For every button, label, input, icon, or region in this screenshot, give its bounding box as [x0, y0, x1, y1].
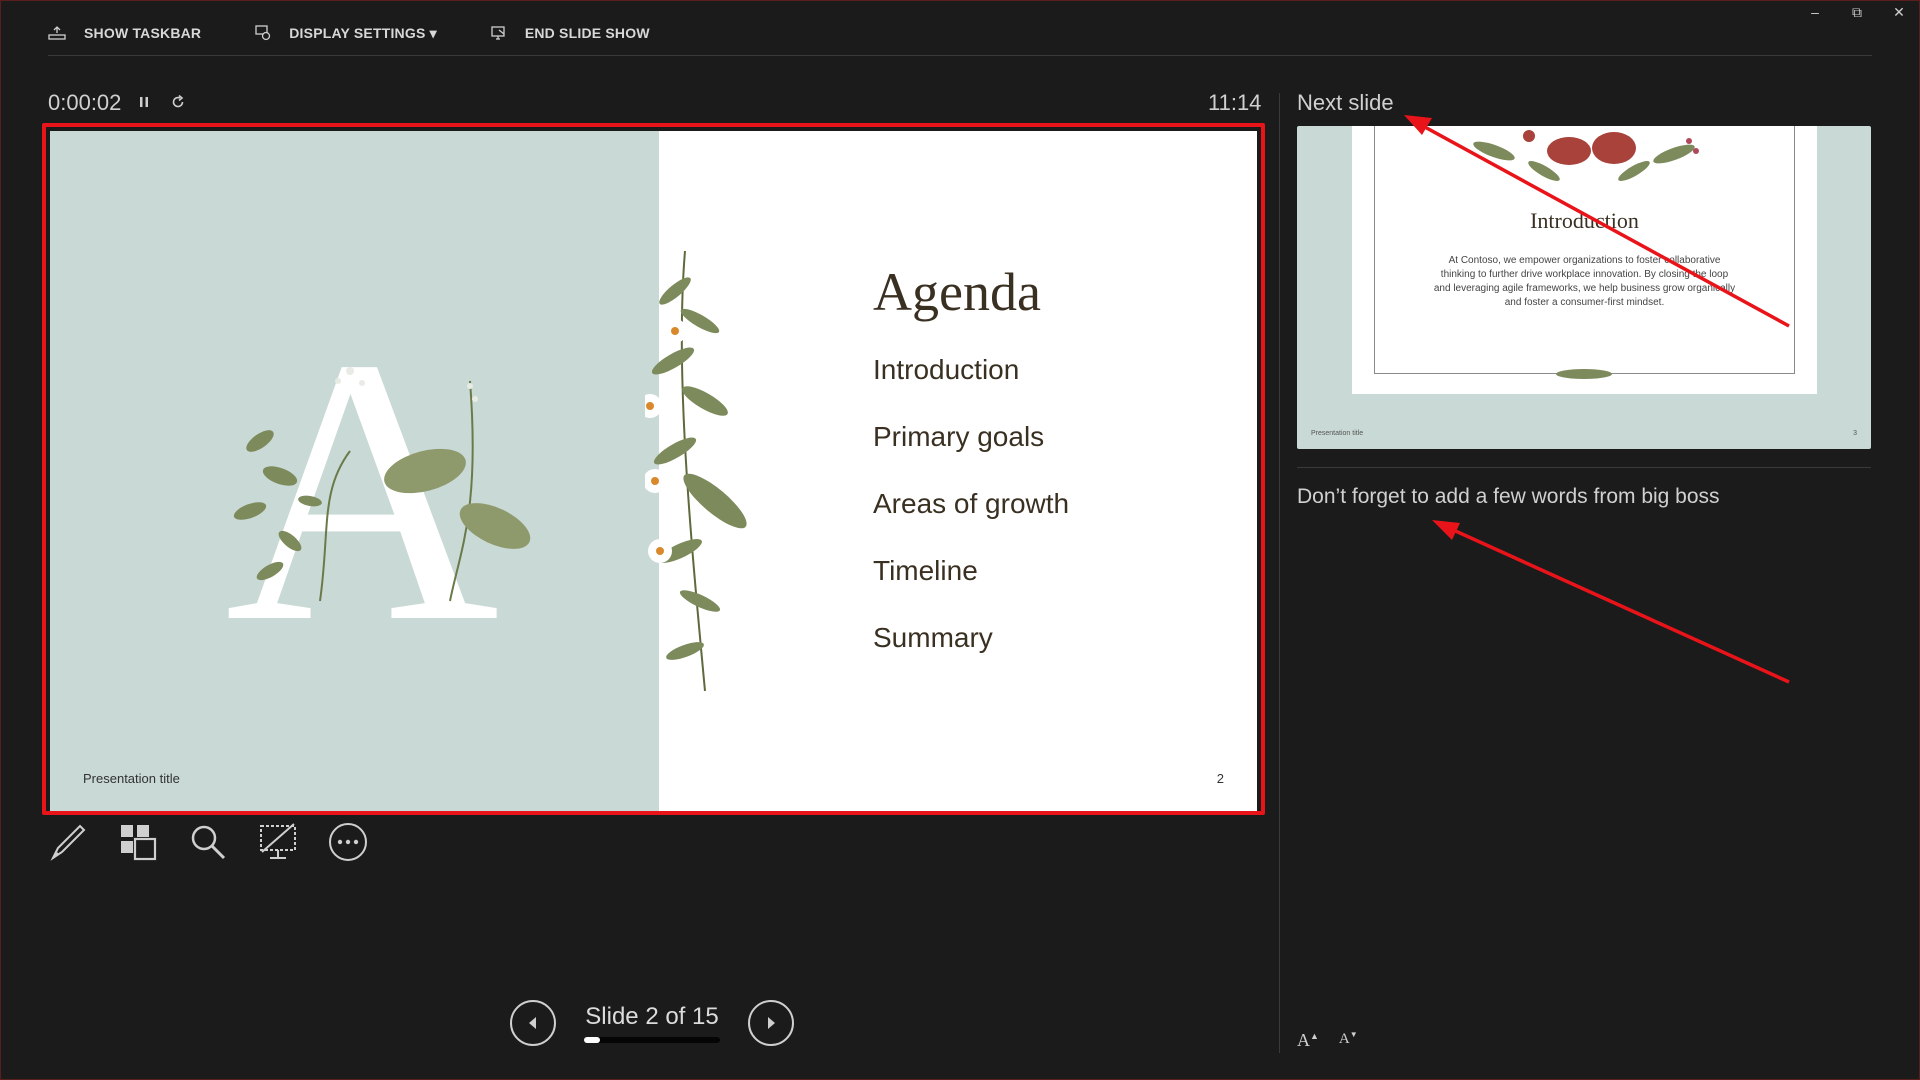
- show-taskbar-label: SHOW TASKBAR: [84, 25, 202, 41]
- next-slide-content: Introduction At Contoso, we empower orga…: [1352, 126, 1817, 394]
- decrease-font-label: A: [1338, 1031, 1350, 1047]
- increase-font-button[interactable]: A▲: [1297, 1030, 1319, 1051]
- elapsed-timer: 0:00:02: [48, 90, 122, 115]
- annotation-arrowhead-notes: [1432, 520, 1460, 540]
- decrease-font-button[interactable]: A▼: [1339, 1030, 1358, 1051]
- slide-left-panel: A Presentation title: [50, 131, 659, 811]
- restart-timer-icon[interactable]: [170, 94, 186, 110]
- timer-controls: [138, 94, 186, 110]
- slide-counter: Slide 2 of 15: [584, 1003, 720, 1043]
- slide-title: Agenda: [873, 262, 1041, 322]
- slide-counter-label: Slide 2 of 15: [585, 1003, 719, 1030]
- presenter-toolbar: SHOW TASKBAR DISPLAY SETTINGS ▾ END SLID…: [48, 20, 704, 46]
- zoom-icon: [191, 825, 226, 860]
- next-slide-body: At Contoso, we empower organizations to …: [1433, 255, 1736, 308]
- black-screen-button[interactable]: [258, 822, 298, 862]
- slide-page-number: 2: [1216, 771, 1224, 786]
- increase-font-label: A: [1297, 1030, 1310, 1050]
- slide-progress-fill: [584, 1037, 601, 1043]
- display-settings-icon: [255, 25, 271, 41]
- next-slide-footer: Presentation title: [1311, 430, 1364, 437]
- annotation-arrow-notes: [1439, 522, 1790, 684]
- slide-progress-bar: [584, 1037, 720, 1043]
- zoom-button[interactable]: [188, 822, 228, 862]
- agenda-item: Summary: [873, 622, 993, 653]
- pause-icon[interactable]: [138, 95, 150, 109]
- agenda-item: Timeline: [873, 555, 978, 586]
- slide-footer: Presentation title: [83, 771, 180, 786]
- black-screen-icon: [260, 823, 296, 859]
- end-slide-show-label: END SLIDE SHOW: [524, 25, 650, 41]
- agenda-list: Introduction Primary goals Areas of grow…: [873, 353, 1069, 688]
- clock: 11:14: [1208, 90, 1262, 115]
- agenda-item: Areas of growth: [873, 488, 1070, 519]
- next-slide-label: Next slide: [1297, 90, 1394, 115]
- display-settings-button[interactable]: DISPLAY SETTINGS ▾: [255, 25, 437, 42]
- end-show-icon: [491, 26, 505, 40]
- pen-tool-button[interactable]: [48, 822, 88, 862]
- notes-font-controls: A▲ A▼: [1297, 1030, 1358, 1051]
- presenter-tools: [48, 822, 368, 862]
- close-button[interactable]: ✕: [1892, 4, 1906, 21]
- next-icon: [768, 1017, 775, 1029]
- minimize-button[interactable]: –: [1808, 4, 1822, 21]
- window-controls: – ⧉ ✕: [1808, 4, 1906, 21]
- slide-navigation: Slide 2 of 15: [510, 1000, 794, 1046]
- see-all-slides-button[interactable]: [118, 822, 158, 862]
- more-options-icon: [329, 823, 367, 861]
- display-settings-label: DISPLAY SETTINGS ▾: [289, 24, 437, 41]
- botanical-illustration-right: [645, 251, 747, 691]
- more-options-button[interactable]: [328, 822, 368, 862]
- current-slide-highlight[interactable]: A Presentation title Agenda Introduction…: [42, 123, 1265, 815]
- previous-icon: [529, 1017, 536, 1029]
- agenda-item: Primary goals: [873, 421, 1045, 452]
- notes-divider: [1297, 467, 1871, 468]
- speaker-notes[interactable]: Don’t forget to add a few words from big…: [1297, 485, 1720, 509]
- taskbar-icon: [48, 26, 66, 40]
- previous-slide-button[interactable]: [510, 1000, 556, 1046]
- next-slide-title: Introduction: [1530, 208, 1639, 233]
- pane-divider[interactable]: [1279, 93, 1280, 1053]
- restore-button[interactable]: ⧉: [1850, 4, 1864, 21]
- end-slide-show-button[interactable]: END SLIDE SHOW: [491, 25, 650, 41]
- see-all-slides-icon: [121, 825, 157, 861]
- next-slide-preview[interactable]: Introduction At Contoso, we empower orga…: [1297, 126, 1871, 449]
- botanical-illustration-left: [233, 367, 531, 602]
- next-slide-page-number: 3: [1853, 430, 1857, 437]
- next-slide-botanical: [1473, 130, 1699, 181]
- pen-icon: [50, 824, 86, 861]
- next-slide-leaf: [1556, 369, 1612, 379]
- toolbar-divider: [48, 55, 1872, 56]
- current-slide[interactable]: A Presentation title Agenda Introduction…: [50, 131, 1257, 811]
- next-slide-button[interactable]: [748, 1000, 794, 1046]
- show-taskbar-button[interactable]: SHOW TASKBAR: [48, 25, 201, 41]
- agenda-item: Introduction: [873, 354, 1020, 385]
